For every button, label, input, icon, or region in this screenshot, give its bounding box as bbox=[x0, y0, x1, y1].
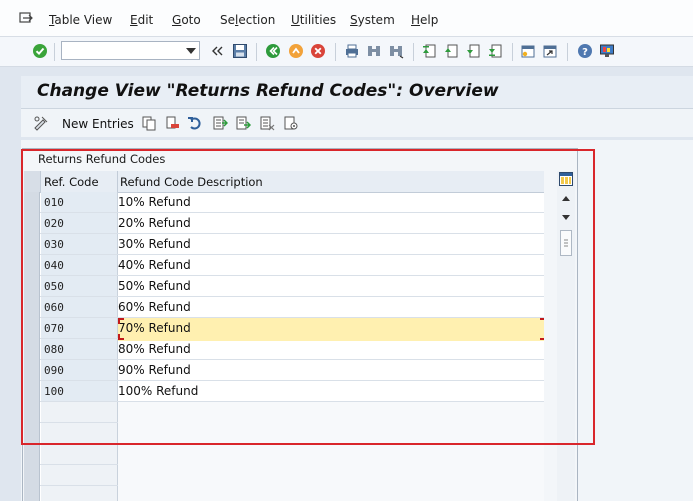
enter-check-icon[interactable] bbox=[32, 43, 48, 59]
row-selector[interactable] bbox=[24, 444, 40, 465]
page-title: Change View "Returns Refund Codes": Over… bbox=[37, 81, 499, 101]
exit-icon[interactable] bbox=[288, 43, 304, 59]
application-toolbar: New Entries bbox=[21, 109, 693, 137]
last-page-icon[interactable] bbox=[487, 43, 503, 59]
toolbar-separator bbox=[512, 43, 513, 61]
menu-goto[interactable]: Goto bbox=[172, 13, 201, 27]
empty-table-row[interactable] bbox=[24, 465, 544, 488]
cancel-icon[interactable] bbox=[310, 43, 326, 59]
chevron-down-icon[interactable] bbox=[186, 48, 196, 54]
menu-edit[interactable]: Edit bbox=[130, 13, 153, 27]
svg-text:?: ? bbox=[582, 47, 588, 58]
deselect-all-icon[interactable] bbox=[259, 115, 275, 131]
toolbar-separator bbox=[567, 43, 568, 61]
find-next-icon[interactable] bbox=[388, 43, 404, 59]
first-page-icon[interactable] bbox=[421, 43, 437, 59]
menu-bar: Table View Edit Goto Selection Utilities… bbox=[0, 0, 693, 37]
description-cell[interactable] bbox=[118, 465, 544, 488]
empty-table-row[interactable] bbox=[24, 444, 544, 467]
title-bar: Change View "Returns Refund Codes": Over… bbox=[21, 76, 693, 109]
create-session-icon[interactable] bbox=[520, 43, 536, 59]
menu-selection[interactable]: Selection bbox=[220, 13, 275, 27]
delete-icon[interactable] bbox=[164, 115, 180, 131]
command-field[interactable] bbox=[61, 41, 200, 60]
ref-code-cell bbox=[41, 486, 118, 501]
menu-utilities[interactable]: Utilities bbox=[291, 13, 336, 27]
empty-table-row[interactable] bbox=[24, 486, 544, 501]
next-page-icon[interactable] bbox=[465, 43, 481, 59]
select-all-icon[interactable] bbox=[212, 115, 228, 131]
find-icon[interactable] bbox=[366, 43, 382, 59]
save-icon[interactable] bbox=[232, 43, 248, 59]
help-icon[interactable]: ? bbox=[577, 43, 593, 59]
new-entries-button[interactable]: New Entries bbox=[62, 117, 134, 131]
window-menu-icon[interactable] bbox=[19, 12, 33, 24]
toolbar-separator bbox=[256, 43, 257, 61]
toolbar-separator bbox=[54, 43, 55, 61]
toolbar-separator bbox=[335, 43, 336, 61]
description-cell[interactable] bbox=[118, 486, 544, 501]
row-selector[interactable] bbox=[24, 486, 40, 501]
menu-help[interactable]: Help bbox=[411, 13, 438, 27]
menu-table-view[interactable]: Table View bbox=[49, 13, 112, 27]
collapse-arrows-icon[interactable] bbox=[209, 43, 225, 59]
print-field-list-icon[interactable] bbox=[283, 115, 299, 131]
display-change-icon[interactable] bbox=[33, 115, 49, 131]
undo-icon[interactable] bbox=[187, 115, 203, 131]
select-block-icon[interactable] bbox=[235, 115, 251, 131]
ref-code-cell bbox=[41, 465, 118, 485]
description-cell[interactable] bbox=[118, 444, 544, 467]
shortcut-icon[interactable] bbox=[542, 43, 558, 59]
ref-code-cell bbox=[41, 444, 118, 464]
row-selector[interactable] bbox=[24, 465, 40, 486]
menu-system[interactable]: System bbox=[350, 13, 395, 27]
highlight-box bbox=[21, 149, 595, 445]
customize-layout-icon[interactable] bbox=[599, 43, 615, 59]
print-icon[interactable] bbox=[344, 43, 360, 59]
copy-as-icon[interactable] bbox=[141, 115, 157, 131]
previous-page-icon[interactable] bbox=[443, 43, 459, 59]
toolbar-separator bbox=[413, 43, 414, 61]
back-icon[interactable] bbox=[265, 43, 281, 59]
